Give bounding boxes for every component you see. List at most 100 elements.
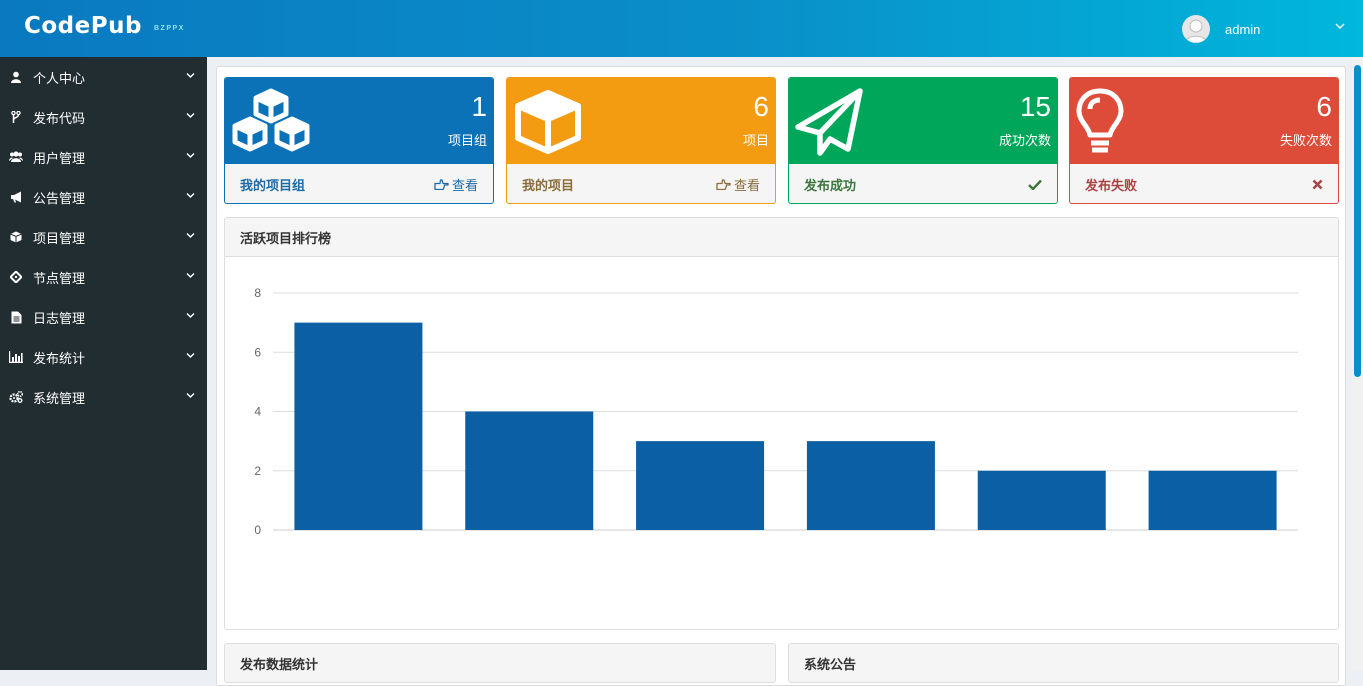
chevron-down-icon [186, 153, 195, 158]
user-menu[interactable]: admin [1182, 14, 1260, 44]
view-link[interactable]: 查看 [434, 175, 478, 194]
stat-value: 1 [471, 91, 487, 122]
hand-pointing-right-icon [716, 179, 731, 190]
cubes-icon [232, 88, 310, 152]
code-fork-icon [9, 110, 23, 124]
chevron-down-icon [186, 353, 195, 358]
sidebar-item-project-management[interactable]: 项目管理 [0, 217, 207, 257]
stat-label: 项目组 [447, 133, 487, 148]
chevron-down-icon [186, 73, 195, 78]
active-project-ranking-card: 活跃项目排行榜 0 2 4 6 8 [224, 217, 1339, 630]
cube-icon [9, 230, 23, 244]
sidebar-item-label: 个人中心 [33, 70, 86, 86]
chart-bar[interactable] [294, 322, 423, 530]
chevron-down-icon [186, 113, 195, 118]
chevron-down-icon [186, 233, 195, 238]
sidebar-item-label: 项目管理 [33, 230, 86, 246]
file-text-icon [9, 310, 23, 324]
sidebar-item-label: 用户管理 [33, 150, 86, 166]
stat-card-header: 1 项目组 [225, 78, 493, 164]
stat-label: 项目 [742, 133, 769, 148]
stat-card-header: 6 失败次数 [1070, 78, 1338, 164]
view-link-label[interactable]: 查看 [452, 175, 478, 194]
stat-value: 6 [753, 91, 769, 122]
stat-label: 成功次数 [998, 133, 1051, 148]
sidebar-item-system-management[interactable]: 系统管理 [0, 377, 207, 417]
hand-pointing-right-icon [434, 179, 449, 190]
stat-footer-title[interactable]: 我的项目组 [240, 175, 305, 194]
sidebar-item-label: 系统管理 [33, 390, 86, 406]
bar-chart-icon [9, 350, 23, 364]
user-avatar-icon [1184, 19, 1208, 43]
stat-card-failure-count: 6 失败次数 发布失败 [1069, 77, 1339, 204]
users-icon [9, 150, 23, 164]
top-header: CodePub BZPPX admin [0, 0, 1363, 57]
lightbulb-icon [1076, 88, 1124, 153]
sidebar-item-node-management[interactable]: 节点管理 [0, 257, 207, 297]
cogs-icon [9, 390, 23, 404]
check-icon [1028, 179, 1042, 190]
chevron-down-icon[interactable] [1335, 22, 1345, 30]
sidebar-item-announcement-management[interactable]: 公告管理 [0, 177, 207, 217]
y-tick-label: 0 [254, 523, 261, 537]
stat-label: 失败次数 [1279, 133, 1332, 148]
stat-card-footer[interactable]: 我的项目组 查看 [225, 164, 493, 203]
stat-footer-title[interactable]: 发布成功 [804, 175, 856, 194]
chart-bar[interactable] [977, 470, 1106, 530]
sidebar-item-publish-statistics[interactable]: 发布统计 [0, 337, 207, 377]
stat-card-projects: 6 项目 我的项目 查看 [506, 77, 776, 204]
chart-bar[interactable] [636, 441, 765, 530]
stat-value: 15 [1019, 91, 1051, 122]
sidebar-item-label: 发布统计 [33, 350, 86, 366]
card-title: 系统公告 [789, 644, 1338, 682]
card-title: 活跃项目排行榜 [225, 218, 1338, 257]
page-scrollbar[interactable] [1352, 57, 1363, 670]
stat-value: 6 [1316, 91, 1332, 122]
stat-card-footer[interactable]: 发布成功 [789, 164, 1057, 203]
close-icon [1312, 179, 1323, 190]
stat-card-project-groups: 1 项目组 我的项目组 查看 [224, 77, 494, 204]
sidebar-item-label: 节点管理 [33, 270, 86, 286]
bullhorn-icon [9, 190, 23, 204]
chart-bar[interactable] [1148, 470, 1277, 530]
stat-footer-title[interactable]: 我的项目 [522, 175, 574, 194]
chevron-down-icon [186, 193, 195, 198]
active-project-bar-chart: 0 2 4 6 8 [254, 286, 1298, 537]
sidebar-item-personal-center[interactable]: 个人中心 [0, 57, 207, 97]
app-logo-subtitle: BZPPX [154, 25, 185, 32]
publish-data-statistics-card: 发布数据统计 [224, 643, 776, 683]
chart-bar[interactable] [806, 441, 935, 530]
y-tick-label: 4 [254, 405, 261, 419]
chevron-down-icon [186, 313, 195, 318]
y-tick-label: 2 [254, 464, 261, 478]
user-icon [9, 70, 23, 84]
sidebar-item-log-management[interactable]: 日志管理 [0, 297, 207, 337]
sidebar-item-label: 发布代码 [33, 110, 86, 126]
y-tick-label: 6 [254, 345, 261, 359]
chevron-down-icon [186, 393, 195, 398]
sidebar-item-label: 公告管理 [33, 190, 86, 206]
paper-plane-icon [795, 88, 863, 156]
stat-card-success-count: 15 成功次数 发布成功 [788, 77, 1058, 204]
sidebar: 个人中心 发布代码 用户管理 公告管理 项目管理 节点管理 日志管理 发布统计 … [0, 57, 207, 670]
view-link[interactable]: 查看 [716, 175, 760, 194]
y-tick-label: 8 [254, 286, 261, 300]
stat-card-footer[interactable]: 我的项目 查看 [507, 164, 775, 203]
cube-icon [515, 90, 581, 154]
scrollbar-thumb[interactable] [1354, 65, 1361, 377]
sidebar-item-user-management[interactable]: 用户管理 [0, 137, 207, 177]
avatar[interactable] [1182, 15, 1210, 43]
sidebar-item-publish-code[interactable]: 发布代码 [0, 97, 207, 137]
chevron-down-icon [186, 273, 195, 278]
card-title: 发布数据统计 [225, 644, 775, 682]
stat-card-header: 6 项目 [507, 78, 775, 164]
username[interactable]: admin [1225, 22, 1260, 37]
sidebar-item-label: 日志管理 [33, 310, 86, 326]
crosshairs-icon [9, 270, 23, 284]
chart-bar[interactable] [465, 411, 594, 531]
app-logo[interactable]: CodePub [24, 13, 142, 39]
system-announcement-card: 系统公告 [788, 643, 1339, 683]
stat-footer-title[interactable]: 发布失败 [1085, 175, 1137, 194]
stat-card-footer[interactable]: 发布失败 [1070, 164, 1338, 203]
view-link-label[interactable]: 查看 [734, 175, 760, 194]
